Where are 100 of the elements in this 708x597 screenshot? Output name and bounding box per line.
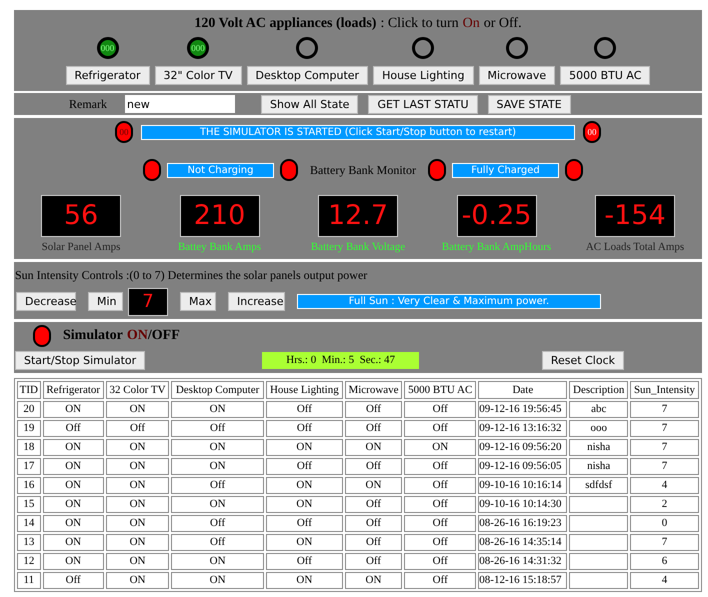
table-cell: 18 [17, 439, 41, 456]
status-banner: THE SIMULATOR IS STARTED (Click Start/Stop button to restart) [141, 124, 575, 140]
table-cell: 09-10-16 10:16:14 [478, 477, 568, 494]
start-stop-button[interactable]: Start/Stop Simulator [15, 350, 146, 370]
table-cell: 14 [17, 515, 41, 532]
column-header: Microwave [344, 380, 402, 399]
table-cell: Off [344, 553, 402, 570]
meter-display: 12.7 [318, 195, 398, 237]
table-cell: ON [106, 534, 170, 551]
table-cell: 09-12-16 13:16:32 [478, 420, 568, 437]
table-cell: Off [404, 572, 476, 589]
table-cell: Off [171, 534, 264, 551]
column-header: Description [569, 380, 628, 399]
panel-heading: 120 Volt AC appliances (loads) [194, 15, 376, 33]
table-cell: nisha [569, 439, 628, 456]
table-cell: 6 [630, 553, 699, 570]
table-cell: ON [171, 458, 264, 475]
table-cell: ON [171, 496, 264, 513]
meter-label: AC Loads Total Amps [586, 240, 684, 255]
table-cell: 08-26-16 14:35:14 [478, 534, 568, 551]
appliance-button[interactable]: Desktop Computer [246, 66, 368, 85]
table-cell: Off [344, 458, 402, 475]
monitor-label: Battery Bank Monitor [310, 162, 416, 179]
table-cell: Off [266, 553, 343, 570]
table-cell: ON [171, 572, 264, 589]
table-cell: ON [42, 515, 104, 532]
table-cell: ON [42, 496, 104, 513]
lamp-label: 000 [100, 44, 114, 52]
appliance-button[interactable]: Refrigerator [66, 66, 150, 85]
lamp-label: 00 [120, 128, 128, 136]
column-header: Desktop Computer [171, 380, 264, 399]
table-cell: 08-26-16 16:19:23 [478, 515, 568, 532]
table-cell: ON [42, 439, 104, 456]
table-cell: 09-12-16 09:56:20 [478, 439, 568, 456]
simulator-label: Simulator [63, 327, 123, 345]
indicator-lamp [33, 324, 51, 346]
table-cell: Off [266, 420, 343, 437]
action-button[interactable]: Show All State [261, 94, 358, 114]
lamp-label: 00 [588, 128, 596, 136]
appliance-button[interactable]: 5000 BTU AC [560, 66, 650, 85]
table-cell: Off [344, 534, 402, 551]
reset-clock-button[interactable]: Reset Clock [542, 350, 624, 370]
meter-label: Solar Panel Amps [42, 240, 120, 255]
table-cell: 7 [630, 534, 699, 551]
meter-display: 56 [41, 195, 121, 237]
action-button[interactable]: SAVE STATE [488, 94, 571, 114]
table-cell: Off [266, 515, 343, 532]
table-cell: Off [404, 477, 476, 494]
table-cell: Off [42, 572, 104, 589]
table-cell: nisha [569, 458, 628, 475]
table-cell: Off [344, 496, 402, 513]
table-cell: Off [344, 401, 402, 418]
table-cell: ON [266, 496, 343, 513]
table-cell: Off [404, 458, 476, 475]
table-cell: 19 [17, 420, 41, 437]
table-cell: Off [171, 420, 264, 437]
min-button[interactable]: Min [88, 292, 123, 311]
table-cell: 09-10-16 10:14:30 [478, 496, 568, 513]
table-cell: 7 [630, 420, 699, 437]
indicator-lamp [143, 159, 161, 181]
sun-banner: Full Sun : Very Clear & Maximum power. [297, 294, 601, 309]
table-cell: 17 [17, 458, 41, 475]
table-cell: ON [42, 458, 104, 475]
table-cell: ON [106, 458, 170, 475]
action-button[interactable]: GET LAST STATU [368, 94, 478, 114]
decrease-button[interactable]: Decrease [16, 292, 76, 311]
table-cell: ON [42, 553, 104, 570]
remark-field[interactable]: new [125, 95, 235, 113]
meter-display: -154 [595, 195, 675, 237]
table-cell: 16 [17, 477, 41, 494]
table-cell: 12 [17, 553, 41, 570]
indicator-lamp [280, 159, 298, 181]
table-cell: ON [106, 401, 170, 418]
column-header: Refrigerator [42, 380, 104, 399]
max-button[interactable]: Max [180, 292, 216, 311]
table-cell: 13 [17, 534, 41, 551]
panel-prompt: : Click to turn [380, 15, 459, 33]
clock-display: Hrs.: 0 Min.: 5 Sec.: 47 [262, 352, 420, 368]
sun-title: Sun Intensity Controls :(0 to 7) Determines the solar panels output power [15, 266, 368, 284]
table-cell: ON [171, 401, 264, 418]
appliance-button[interactable]: 32" Color TV [154, 66, 242, 85]
table-cell: 15 [17, 496, 41, 513]
table-cell: ON [344, 572, 402, 589]
table-cell: ON [106, 572, 170, 589]
table-cell: 7 [630, 458, 699, 475]
off-word: /OFF [148, 327, 180, 345]
indicator-lamp [564, 159, 583, 181]
table-cell: Off [42, 420, 104, 437]
table-cell: ON [42, 401, 104, 418]
table-cell: Off [266, 458, 343, 475]
table-cell: ON [344, 477, 402, 494]
table-cell: ON [266, 477, 343, 494]
increase-button[interactable]: Increase [228, 292, 285, 311]
appliance-button[interactable]: House Lighting [373, 66, 474, 85]
appliance-button[interactable]: Microwave [478, 66, 556, 85]
on-word: On [462, 15, 480, 33]
table-cell: Off [171, 515, 264, 532]
table-cell: 11 [17, 572, 41, 589]
column-header: 5000 BTU AC [404, 380, 476, 399]
table-cell: ON [42, 477, 104, 494]
